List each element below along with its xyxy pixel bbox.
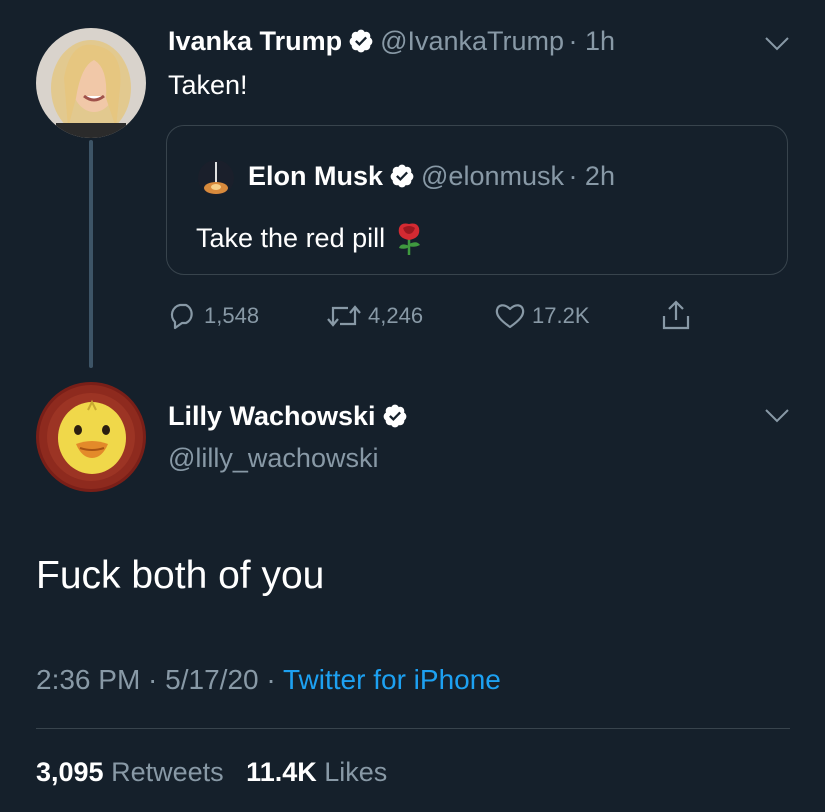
retweets-stat[interactable]: 3,095 Retweets (36, 757, 224, 787)
retweet-count: 4,246 (368, 303, 424, 328)
tweet1-author-name[interactable]: Ivanka Trump (168, 26, 342, 56)
avatar-lilly[interactable] (36, 382, 146, 492)
rose-emoji-icon (398, 223, 421, 255)
quote-author-name[interactable]: Elon Musk (248, 161, 383, 191)
share-icon[interactable] (660, 298, 692, 332)
likes-count: 11.4K (246, 757, 317, 787)
likes-label: Likes (324, 757, 388, 787)
tweet1-text: Taken! (168, 70, 248, 100)
tweet2-time[interactable]: 2:36 PM (36, 664, 140, 695)
quote-text-row: Take the red pill (196, 220, 425, 256)
reply-action[interactable]: 1,548 (168, 302, 259, 330)
tweet2-author-name[interactable]: Lilly Wachowski (168, 401, 376, 431)
tweet2-source-link[interactable]: Twitter for iPhone (283, 664, 501, 695)
retweet-action[interactable]: 4,246 (326, 302, 423, 330)
retweets-count: 3,095 (36, 757, 104, 787)
tweet1-time: · 1h (568, 26, 616, 56)
retweets-label: Retweets (111, 757, 224, 787)
chevron-down-icon[interactable] (764, 408, 790, 424)
quote-text: Take the red pill (196, 222, 386, 253)
like-action[interactable]: 17.2K (494, 302, 590, 330)
tweet2-stats: 3,095 Retweets 11.4K Likes (36, 757, 387, 788)
quote-handle[interactable]: @elonmusk (421, 161, 564, 191)
likes-stat[interactable]: 11.4K Likes (246, 757, 387, 787)
chevron-down-icon[interactable] (764, 36, 790, 52)
avatar-elon[interactable] (198, 160, 234, 196)
tweet2-author-row: Lilly Wachowski (168, 401, 414, 432)
reply-icon (170, 303, 193, 330)
thread-connector (89, 140, 93, 368)
retweet-icon (327, 305, 361, 327)
tweet1-header: Ivanka Trump @IvankaTrump · 1h (168, 26, 615, 57)
heart-icon (495, 304, 525, 329)
avatar-lilly-image (36, 382, 146, 492)
quote-header: Elon Musk @elonmusk · 2h (248, 161, 615, 192)
tweet2-meta: 2:36 PM · 5/17/20 · Twitter for iPhone (36, 664, 501, 695)
tweet2-date[interactable]: 5/17/20 (165, 664, 258, 695)
tweet1-handle[interactable]: @IvankaTrump (380, 26, 564, 56)
verified-badge-icon (383, 404, 406, 428)
avatar-ivanka[interactable] (36, 28, 146, 138)
verified-badge-icon (390, 164, 414, 188)
verified-badge-icon (349, 29, 373, 53)
avatar-ivanka-image (36, 28, 146, 138)
tweet2-text: Fuck both of you (36, 554, 325, 597)
like-count: 17.2K (532, 303, 590, 328)
reply-count: 1,548 (204, 303, 260, 328)
avatar-elon-image (198, 160, 234, 196)
quote-time: · 2h (568, 161, 615, 191)
divider (36, 728, 790, 729)
tweet2-handle[interactable]: @lilly_wachowski (168, 443, 378, 474)
